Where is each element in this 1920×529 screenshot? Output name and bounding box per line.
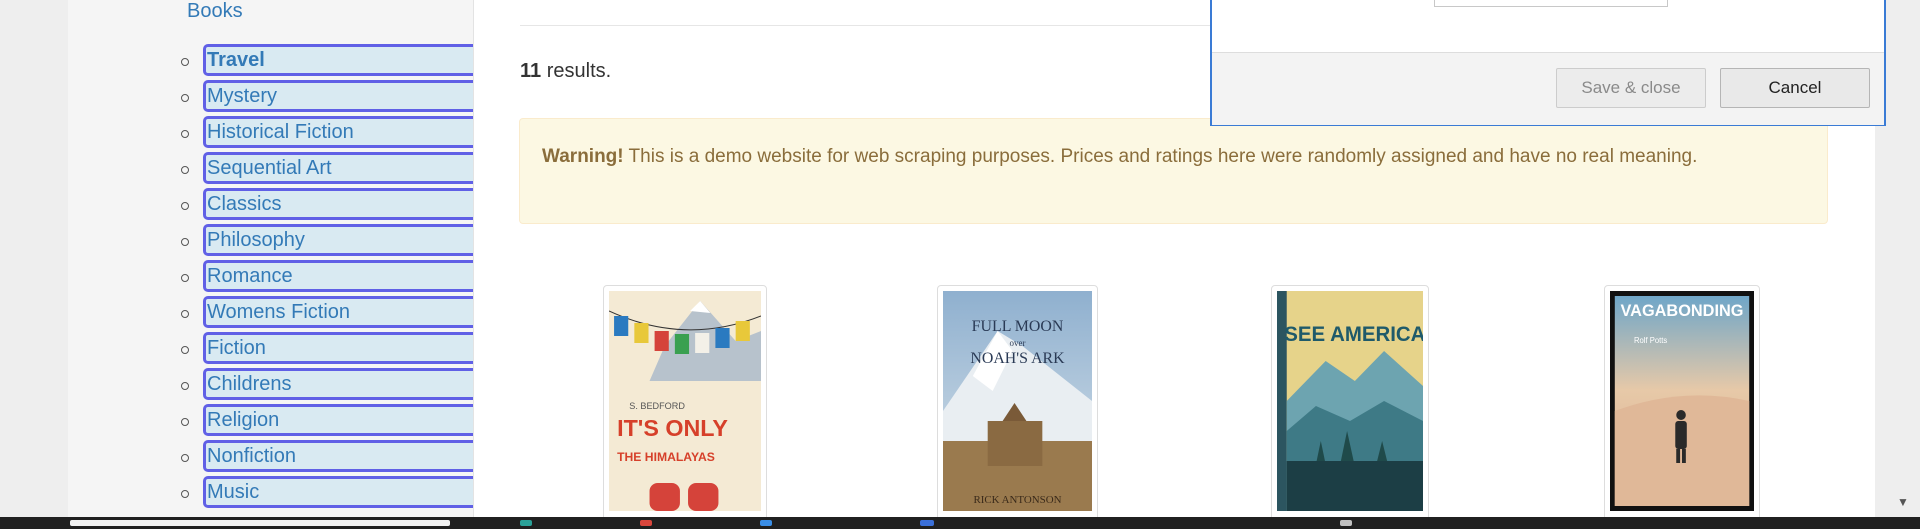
warning-strong: Warning! bbox=[542, 146, 624, 167]
warning-alert: Warning! This is a demo website for web … bbox=[519, 118, 1828, 224]
bullet-icon bbox=[181, 94, 189, 102]
category-link-classics[interactable]: Classics bbox=[203, 188, 473, 220]
taskbar bbox=[0, 517, 1920, 529]
cover-title: SEE AMERICA bbox=[1284, 323, 1423, 346]
category-link-travel[interactable]: Travel bbox=[203, 44, 473, 76]
book-cover-image: FULL MOON over NOAH'S ARK RICK ANTONSON bbox=[943, 291, 1092, 511]
scroll-down-arrow-icon[interactable]: ▼ bbox=[1897, 495, 1909, 509]
results-number: 11 bbox=[520, 60, 542, 82]
results-suffix: results. bbox=[541, 60, 612, 82]
category-link-childrens[interactable]: Childrens bbox=[203, 368, 473, 400]
taskbar-app-icon[interactable] bbox=[760, 520, 772, 526]
bullet-icon bbox=[181, 454, 189, 462]
bullet-icon bbox=[181, 130, 189, 138]
book-cover-3[interactable]: SEE AMERICA bbox=[1271, 285, 1429, 525]
category-link-music[interactable]: Music bbox=[203, 476, 473, 508]
cover-title-line-2: over bbox=[1010, 338, 1026, 348]
cover-author: S. BEDFORD bbox=[629, 401, 685, 411]
category-link-philosophy[interactable]: Philosophy bbox=[203, 224, 473, 256]
bullet-icon bbox=[181, 58, 189, 66]
save-close-button[interactable]: Save & close bbox=[1556, 68, 1706, 108]
category-link-nonfiction[interactable]: Nonfiction bbox=[203, 440, 473, 472]
book-cover-image: SEE AMERICA bbox=[1277, 291, 1425, 511]
bullet-icon bbox=[181, 382, 189, 390]
dialog-field-edge bbox=[1434, 0, 1668, 7]
bullet-icon bbox=[181, 274, 189, 282]
taskbar-search-box[interactable] bbox=[70, 520, 450, 526]
cover-author: Rolf Potts bbox=[1634, 336, 1667, 345]
book-cover-image: VAGABONDING Rolf Potts bbox=[1610, 291, 1754, 511]
category-link-womens-fiction[interactable]: Womens Fiction bbox=[203, 296, 473, 328]
taskbar-app-icon[interactable] bbox=[1340, 520, 1352, 526]
book-cover-1[interactable]: S. BEDFORD IT'S ONLY THE HIMALAYAS bbox=[603, 285, 767, 525]
bullet-icon bbox=[181, 490, 189, 498]
category-link-fiction[interactable]: Fiction bbox=[203, 332, 473, 364]
category-link-sequential-art[interactable]: Sequential Art bbox=[203, 152, 473, 184]
cover-title-line-2: THE HIMALAYAS bbox=[617, 450, 715, 464]
book-cover-4[interactable]: VAGABONDING Rolf Potts bbox=[1604, 285, 1760, 525]
cover-title-line-3: NOAH'S ARK bbox=[970, 350, 1065, 367]
dialog-footer: Save & close Cancel bbox=[1212, 52, 1884, 125]
cover-title: VAGABONDING bbox=[1621, 301, 1744, 320]
sidebar: Books Travel Mystery Historical Fiction … bbox=[68, 0, 474, 517]
bullet-icon bbox=[181, 346, 189, 354]
results-count: 11 results. bbox=[520, 60, 611, 83]
books-link[interactable]: Books bbox=[187, 0, 243, 23]
category-link-romance[interactable]: Romance bbox=[203, 260, 473, 292]
settings-dialog: Save & close Cancel bbox=[1210, 0, 1886, 126]
bullet-icon bbox=[181, 418, 189, 426]
book-cover-image: S. BEDFORD IT'S ONLY THE HIMALAYAS bbox=[608, 291, 762, 511]
taskbar-app-icon[interactable] bbox=[920, 520, 934, 526]
cancel-button[interactable]: Cancel bbox=[1720, 68, 1870, 108]
bullet-icon bbox=[181, 310, 189, 318]
cover-author: RICK ANTONSON bbox=[973, 494, 1061, 506]
book-cover-2[interactable]: FULL MOON over NOAH'S ARK RICK ANTONSON bbox=[937, 285, 1098, 525]
taskbar-app-icon[interactable] bbox=[640, 520, 652, 526]
category-link-religion[interactable]: Religion bbox=[203, 404, 473, 436]
category-link-mystery[interactable]: Mystery bbox=[203, 80, 473, 112]
bullet-icon bbox=[181, 166, 189, 174]
bullet-icon bbox=[181, 202, 189, 210]
cover-title-line-1: FULL MOON bbox=[972, 318, 1064, 335]
bullet-icon bbox=[181, 238, 189, 246]
warning-text: This is a demo website for web scraping … bbox=[623, 146, 1698, 167]
cover-title-line-1: IT'S ONLY bbox=[617, 415, 728, 441]
category-link-historical-fiction[interactable]: Historical Fiction bbox=[203, 116, 473, 148]
taskbar-app-icon[interactable] bbox=[520, 520, 532, 526]
